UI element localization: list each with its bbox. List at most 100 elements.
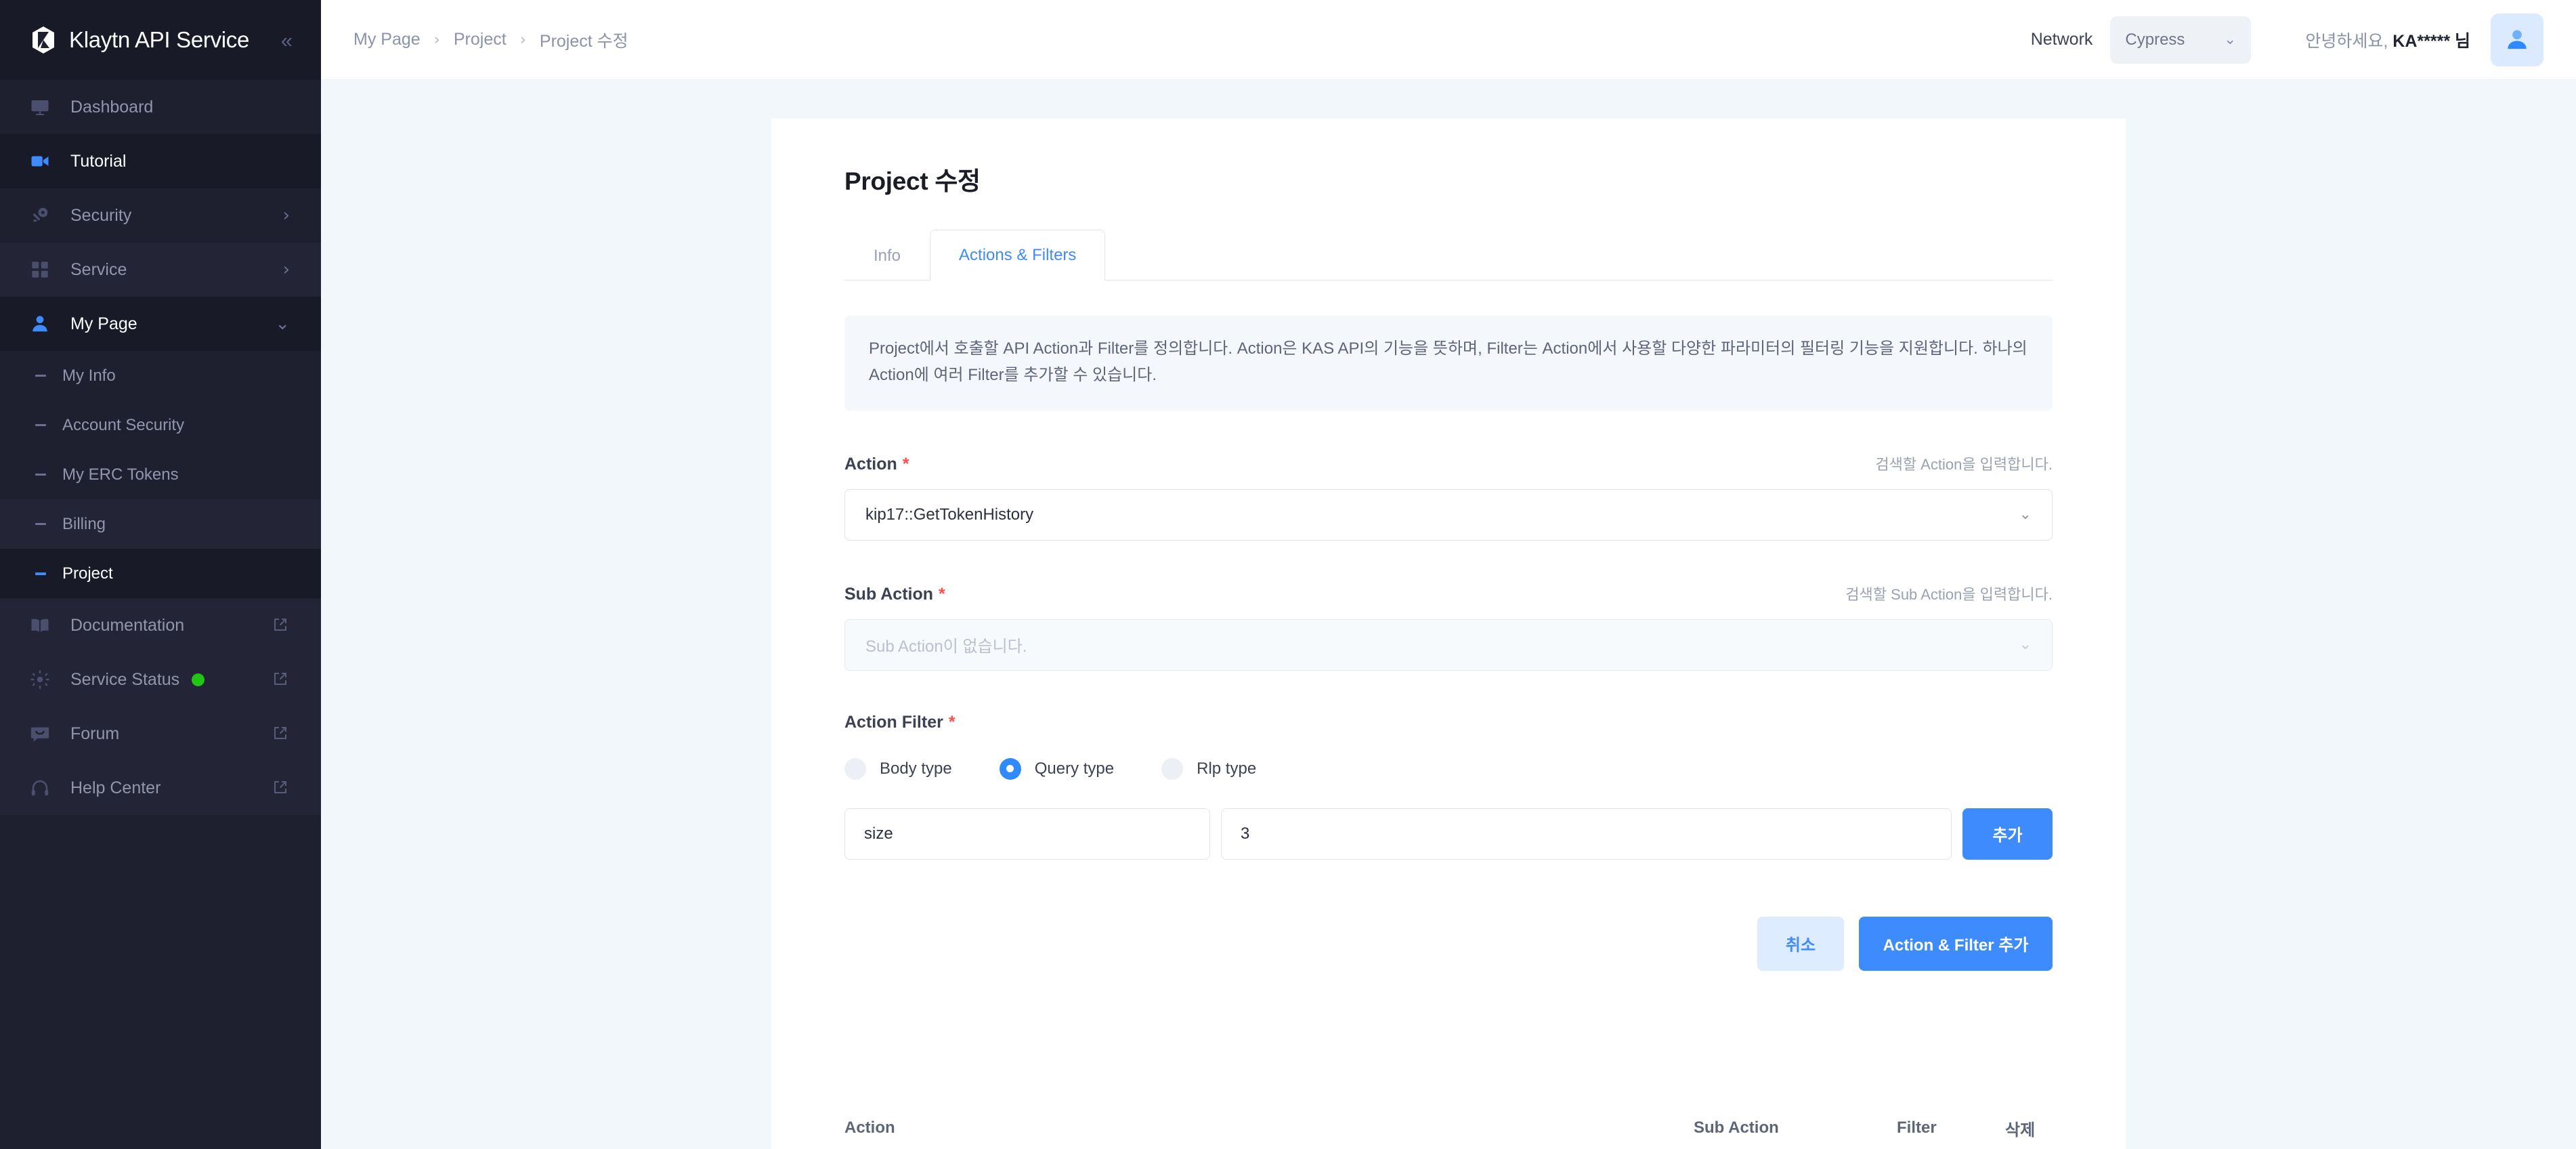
action-field-header: Action * 검색할 Action을 입력합니다. [844,453,2053,474]
external-link-icon [272,671,290,688]
sidebar-item-service-status[interactable]: Service Status [0,652,321,707]
sub-action-select: Sub Action이 없습니다. ⌄ [844,619,2053,671]
breadcrumb-item-project[interactable]: Project [454,30,507,49]
sidebar-nav: Dashboard Tutorial Security › Service › … [0,80,321,1149]
form-actions: 취소 Action & Filter 추가 [844,916,2053,971]
chevron-right-icon: › [282,259,290,280]
cancel-button[interactable]: 취소 [1757,916,1844,971]
add-filter-button[interactable]: 추가 [1962,808,2053,860]
network-select-value: Cypress [2125,30,2185,49]
dash-icon [35,474,46,476]
action-select[interactable]: kip17::GetTokenHistory ⌄ [844,488,2053,541]
radio-label: Rlp type [1197,759,1257,778]
sub-action-field-header: Sub Action * 검색할 Sub Action을 입력합니다. [844,583,2053,604]
sidebar-item-documentation[interactable]: Documentation [0,598,321,652]
sidebar-collapse-icon[interactable]: « [281,30,293,51]
column-header-delete: 삭제 [2005,1121,2036,1140]
add-action-filter-button[interactable]: Action & Filter 추가 [1859,916,2053,971]
action-label: Action [844,454,897,474]
radio-label: Body type [880,759,952,778]
page-title: Project 수정 [844,167,981,195]
external-link-icon [272,779,290,797]
dash-icon [35,523,46,525]
sidebar-item-help-center[interactable]: Help Center [0,761,321,815]
sidebar-item-label: Security [70,205,132,225]
greeting-username: KA***** 님 [2392,31,2470,51]
radio-circle-icon [844,757,866,780]
sidebar-item-service[interactable]: Service › [0,243,321,297]
dash-icon [35,375,46,377]
sidebar-item-label: Tutorial [70,151,127,171]
sidebar-item-my-page[interactable]: My Page ⌄ [0,297,321,351]
sidebar-subitem-label: My ERC Tokens [62,465,179,484]
greeting-prefix: 안녕하세요, [2305,31,2393,51]
app-root: Klaytn API Service « Dashboard Tutorial … [0,0,2576,1149]
column-header-sub-action: Sub Action [1694,1119,1779,1137]
breadcrumb-item-current: Project 수정 [539,31,628,51]
topbar: My Page › Project › Project 수정 Network C… [321,0,2576,80]
sub-action-field: Sub Action * 검색할 Sub Action을 입력합니다. Sub … [844,583,2053,671]
info-banner: Project에서 호출할 API Action과 Filter를 정의합니다.… [844,316,2053,411]
tab-bar: Info Actions & Filters [844,229,2053,280]
page-body: Project 수정 Info Actions & Filters Projec… [321,80,2576,1149]
filter-type-radio-group: Body type Query type Rlp type [844,757,2053,780]
sidebar-subitem-billing[interactable]: Billing [0,499,321,549]
radio-label: Query type [1034,759,1115,778]
filter-input-row: 추가 [844,808,2053,860]
chat-bubble-icon [28,722,51,745]
filter-value-input[interactable] [1221,808,1952,860]
breadcrumb-item-my-page[interactable]: My Page [353,30,421,49]
sidebar-subitem-my-info[interactable]: My Info [0,351,321,400]
radio-circle-icon [999,757,1021,780]
required-marker: * [902,454,909,474]
action-filter-header: Action Filter * [844,713,2053,732]
sidebar-item-dashboard[interactable]: Dashboard [0,80,321,134]
sidebar-item-label: Service [70,259,127,279]
dash-icon [35,424,46,426]
action-hint: 검색할 Action을 입력합니다. [1875,455,2053,473]
required-marker: * [948,712,956,732]
sun-icon [28,668,51,691]
network-label: Network [2030,30,2093,49]
radio-body-type[interactable]: Body type [844,757,952,780]
action-field: Action * 검색할 Action을 입력합니다. kip17::GetTo… [844,453,2053,541]
sidebar-item-label: Help Center [70,778,161,797]
sidebar-brand[interactable]: Klaytn API Service « [0,0,321,80]
filter-key-input[interactable] [844,808,1210,860]
sidebar-subitem-account-security[interactable]: Account Security [0,400,321,450]
network-select[interactable]: Cypress ⌄ [2110,16,2252,64]
topbar-right: Network Cypress ⌄ 안녕하세요, KA***** 님 [2030,13,2543,66]
sidebar-subitem-project[interactable]: Project [0,549,321,598]
breadcrumb: My Page › Project › Project 수정 [353,28,628,52]
status-dot [192,673,205,686]
avatar[interactable] [2491,13,2543,66]
action-filter-field: Action Filter * Body type Query type Rlp… [844,713,2053,860]
sidebar-item-label: Forum [70,724,120,743]
table-header-row: Action Sub Action Filter 삭제 [844,1116,2053,1149]
radio-query-type[interactable]: Query type [999,757,1115,780]
person-icon [2508,29,2527,49]
chevron-down-icon: ⌄ [275,314,290,334]
actions-table: Action Sub Action Filter 삭제 [844,1116,2053,1149]
sidebar-subitem-my-erc-tokens[interactable]: My ERC Tokens [0,450,321,499]
sidebar-item-forum[interactable]: Forum [0,707,321,761]
headset-icon [28,776,51,799]
tab-actions-filters[interactable]: Actions & Filters [930,230,1106,280]
sidebar-item-security[interactable]: Security › [0,188,321,243]
external-link-icon [272,725,290,743]
chevron-down-icon: ⌄ [2223,30,2237,48]
sidebar-item-label: Service Status [70,669,180,689]
tab-info[interactable]: Info [844,230,930,280]
sub-action-label: Sub Action [844,584,934,604]
sidebar-item-tutorial[interactable]: Tutorial [0,134,321,188]
chevron-down-icon: ⌄ [2019,505,2032,523]
radio-rlp-type[interactable]: Rlp type [1161,757,1257,780]
sidebar-subitem-label: Billing [62,514,106,533]
sidebar-subitem-label: Project [62,564,113,583]
dash-icon [35,572,46,575]
sidebar-subitem-label: My Info [62,366,116,385]
action-filter-label: Action Filter [844,712,943,732]
book-icon [28,614,51,637]
project-edit-card: Project 수정 Info Actions & Filters Projec… [771,119,2126,1149]
grid-icon [28,258,51,281]
